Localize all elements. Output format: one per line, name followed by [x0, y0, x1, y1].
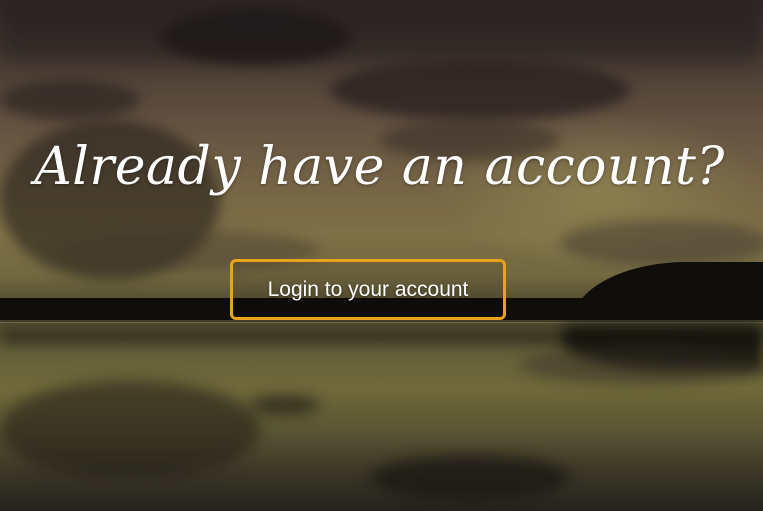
hero-heading: Already have an account?: [34, 137, 725, 197]
hero-content: Already have an account? Login to your a…: [0, 0, 763, 511]
login-button[interactable]: Login to your account: [230, 259, 506, 320]
hero-section: Already have an account? Login to your a…: [0, 0, 763, 511]
